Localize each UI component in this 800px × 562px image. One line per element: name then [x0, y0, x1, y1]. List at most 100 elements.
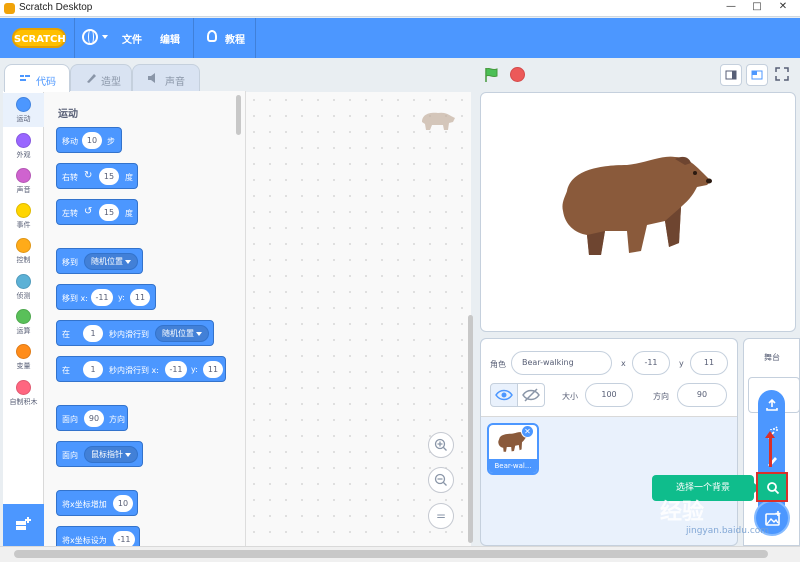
- sprite-name-field[interactable]: Bear-walking: [511, 351, 612, 375]
- zoom-in-button[interactable]: [428, 432, 454, 458]
- size-label: 大小: [562, 392, 578, 401]
- fullscreen-icon: [775, 67, 789, 81]
- rotate-left-icon: ↺: [84, 206, 93, 217]
- block-input[interactable]: 10: [113, 495, 133, 512]
- block-turn-right[interactable]: 右转 ↻ 15 度: [56, 163, 138, 189]
- block-text: 移到: [62, 258, 78, 267]
- green-flag-icon[interactable]: [483, 67, 499, 83]
- block-input[interactable]: 1: [83, 325, 103, 342]
- menu-edit[interactable]: 编辑: [160, 31, 180, 46]
- menu-divider: [255, 18, 256, 58]
- block-glide-xy[interactable]: 在 1 秒内滑行到 x: -11 y: 11: [56, 356, 226, 382]
- category-my-blocks[interactable]: 自制积木: [3, 376, 44, 410]
- sprite-label: 角色: [490, 360, 506, 369]
- close-button[interactable]: ✕: [771, 1, 795, 15]
- lightbulb-icon: [207, 30, 217, 42]
- menu-divider: [193, 18, 194, 58]
- direction-label: 方向: [653, 392, 669, 401]
- category-operators[interactable]: 运算: [3, 305, 44, 339]
- large-stage-button[interactable]: [746, 64, 768, 86]
- block-dropdown[interactable]: 随机位置: [84, 253, 138, 270]
- block-input[interactable]: -11: [91, 289, 113, 306]
- block-goto-xy[interactable]: 移到 x: -11 y: 11: [56, 284, 156, 310]
- category-motion[interactable]: 运动: [3, 93, 44, 127]
- hide-sprite-button[interactable]: [517, 383, 545, 407]
- minimize-button[interactable]: —: [719, 1, 743, 15]
- block-point-direction[interactable]: 面向 90 方向: [56, 405, 128, 431]
- tab-sounds[interactable]: 声音: [132, 64, 200, 92]
- category-sound[interactable]: 声音: [3, 164, 44, 198]
- block-input[interactable]: 11: [130, 289, 150, 306]
- zoom-in-icon: [434, 438, 447, 451]
- category-dot: [16, 344, 31, 359]
- block-turn-left[interactable]: 左转 ↺ 15 度: [56, 199, 138, 225]
- paint-icon[interactable]: [765, 454, 779, 468]
- category-label: 运动: [16, 115, 31, 123]
- bear-sprite[interactable]: [557, 151, 715, 261]
- category-dot: [16, 380, 31, 395]
- size-field[interactable]: 100: [585, 383, 633, 407]
- category-label: 声音: [16, 186, 31, 194]
- horizontal-scrollbar-thumb[interactable]: [14, 550, 768, 558]
- category-dot: [16, 274, 31, 289]
- block-input[interactable]: 1: [83, 361, 103, 378]
- category-label: 事件: [16, 221, 31, 229]
- category-dot: [16, 238, 31, 253]
- zoom-out-button[interactable]: [428, 467, 454, 493]
- block-input[interactable]: 11: [203, 361, 223, 378]
- watermark-main: 经验: [660, 500, 705, 525]
- large-stage-icon: [751, 70, 763, 80]
- block-text: 移到 x:: [62, 294, 88, 303]
- backdrop-search-button[interactable]: [756, 472, 788, 502]
- tab-label: 造型: [101, 77, 121, 88]
- block-text: 左转: [62, 209, 78, 218]
- globe-icon[interactable]: [82, 29, 98, 45]
- category-looks[interactable]: 外观: [3, 129, 44, 163]
- block-dropdown[interactable]: 随机位置: [155, 325, 209, 342]
- block-glide-random[interactable]: 在 1 秒内滑行到 随机位置: [56, 320, 214, 346]
- block-input[interactable]: 90: [84, 410, 104, 427]
- scratch-logo[interactable]: SCRATCH: [12, 28, 66, 48]
- zoom-reset-button[interactable]: =: [428, 503, 454, 529]
- block-input[interactable]: 10: [82, 132, 102, 149]
- y-field[interactable]: 11: [690, 351, 728, 375]
- direction-field[interactable]: 90: [677, 383, 727, 407]
- menu-file[interactable]: 文件: [122, 31, 142, 46]
- category-label: 运算: [16, 327, 31, 335]
- delete-sprite-button[interactable]: ✕: [521, 425, 534, 438]
- tab-costumes[interactable]: 造型: [70, 64, 132, 92]
- block-text: y:: [191, 365, 198, 374]
- block-input[interactable]: -11: [165, 361, 187, 378]
- maximize-button[interactable]: □: [745, 1, 769, 15]
- block-change-x[interactable]: 将x坐标增加 10: [56, 490, 138, 516]
- stop-button[interactable]: [510, 67, 525, 82]
- category-sensing[interactable]: 侦测: [3, 270, 44, 304]
- category-events[interactable]: 事件: [3, 199, 44, 233]
- upload-icon[interactable]: [765, 398, 779, 412]
- block-goto[interactable]: 移到 随机位置: [56, 248, 143, 274]
- block-input[interactable]: 15: [99, 168, 119, 185]
- small-stage-button[interactable]: [720, 64, 742, 86]
- code-icon: [20, 75, 30, 81]
- tab-code[interactable]: 代码: [4, 64, 70, 92]
- block-set-x[interactable]: 将x坐标设为 -11: [56, 526, 140, 546]
- watermark-sub: jingyan.baidu.com: [686, 526, 770, 536]
- fullscreen-button[interactable]: [772, 64, 794, 86]
- stage-canvas[interactable]: [480, 92, 796, 332]
- palette-scrollbar[interactable]: [236, 95, 241, 135]
- block-dropdown[interactable]: 鼠标指针: [84, 446, 138, 463]
- workspace-scrollbar[interactable]: [468, 315, 473, 543]
- block-move-steps[interactable]: 移动 10 步: [56, 127, 122, 153]
- x-field[interactable]: -11: [632, 351, 670, 375]
- block-point-towards[interactable]: 面向 鼠标指针: [56, 441, 143, 467]
- block-input[interactable]: -11: [113, 531, 135, 546]
- add-extension-button[interactable]: [3, 504, 44, 546]
- block-text: 度: [125, 173, 133, 182]
- menu-tutorials[interactable]: 教程: [225, 31, 245, 46]
- block-palette: 运动 移动 10 步 右转 ↻ 15 度 左转 ↺ 15 度 移到 随机位置 移…: [44, 91, 246, 546]
- category-control[interactable]: 控制: [3, 234, 44, 268]
- category-variables[interactable]: 变量: [3, 340, 44, 374]
- show-sprite-button[interactable]: [490, 383, 518, 407]
- tab-label: 声音: [165, 77, 185, 88]
- block-input[interactable]: 15: [99, 204, 119, 221]
